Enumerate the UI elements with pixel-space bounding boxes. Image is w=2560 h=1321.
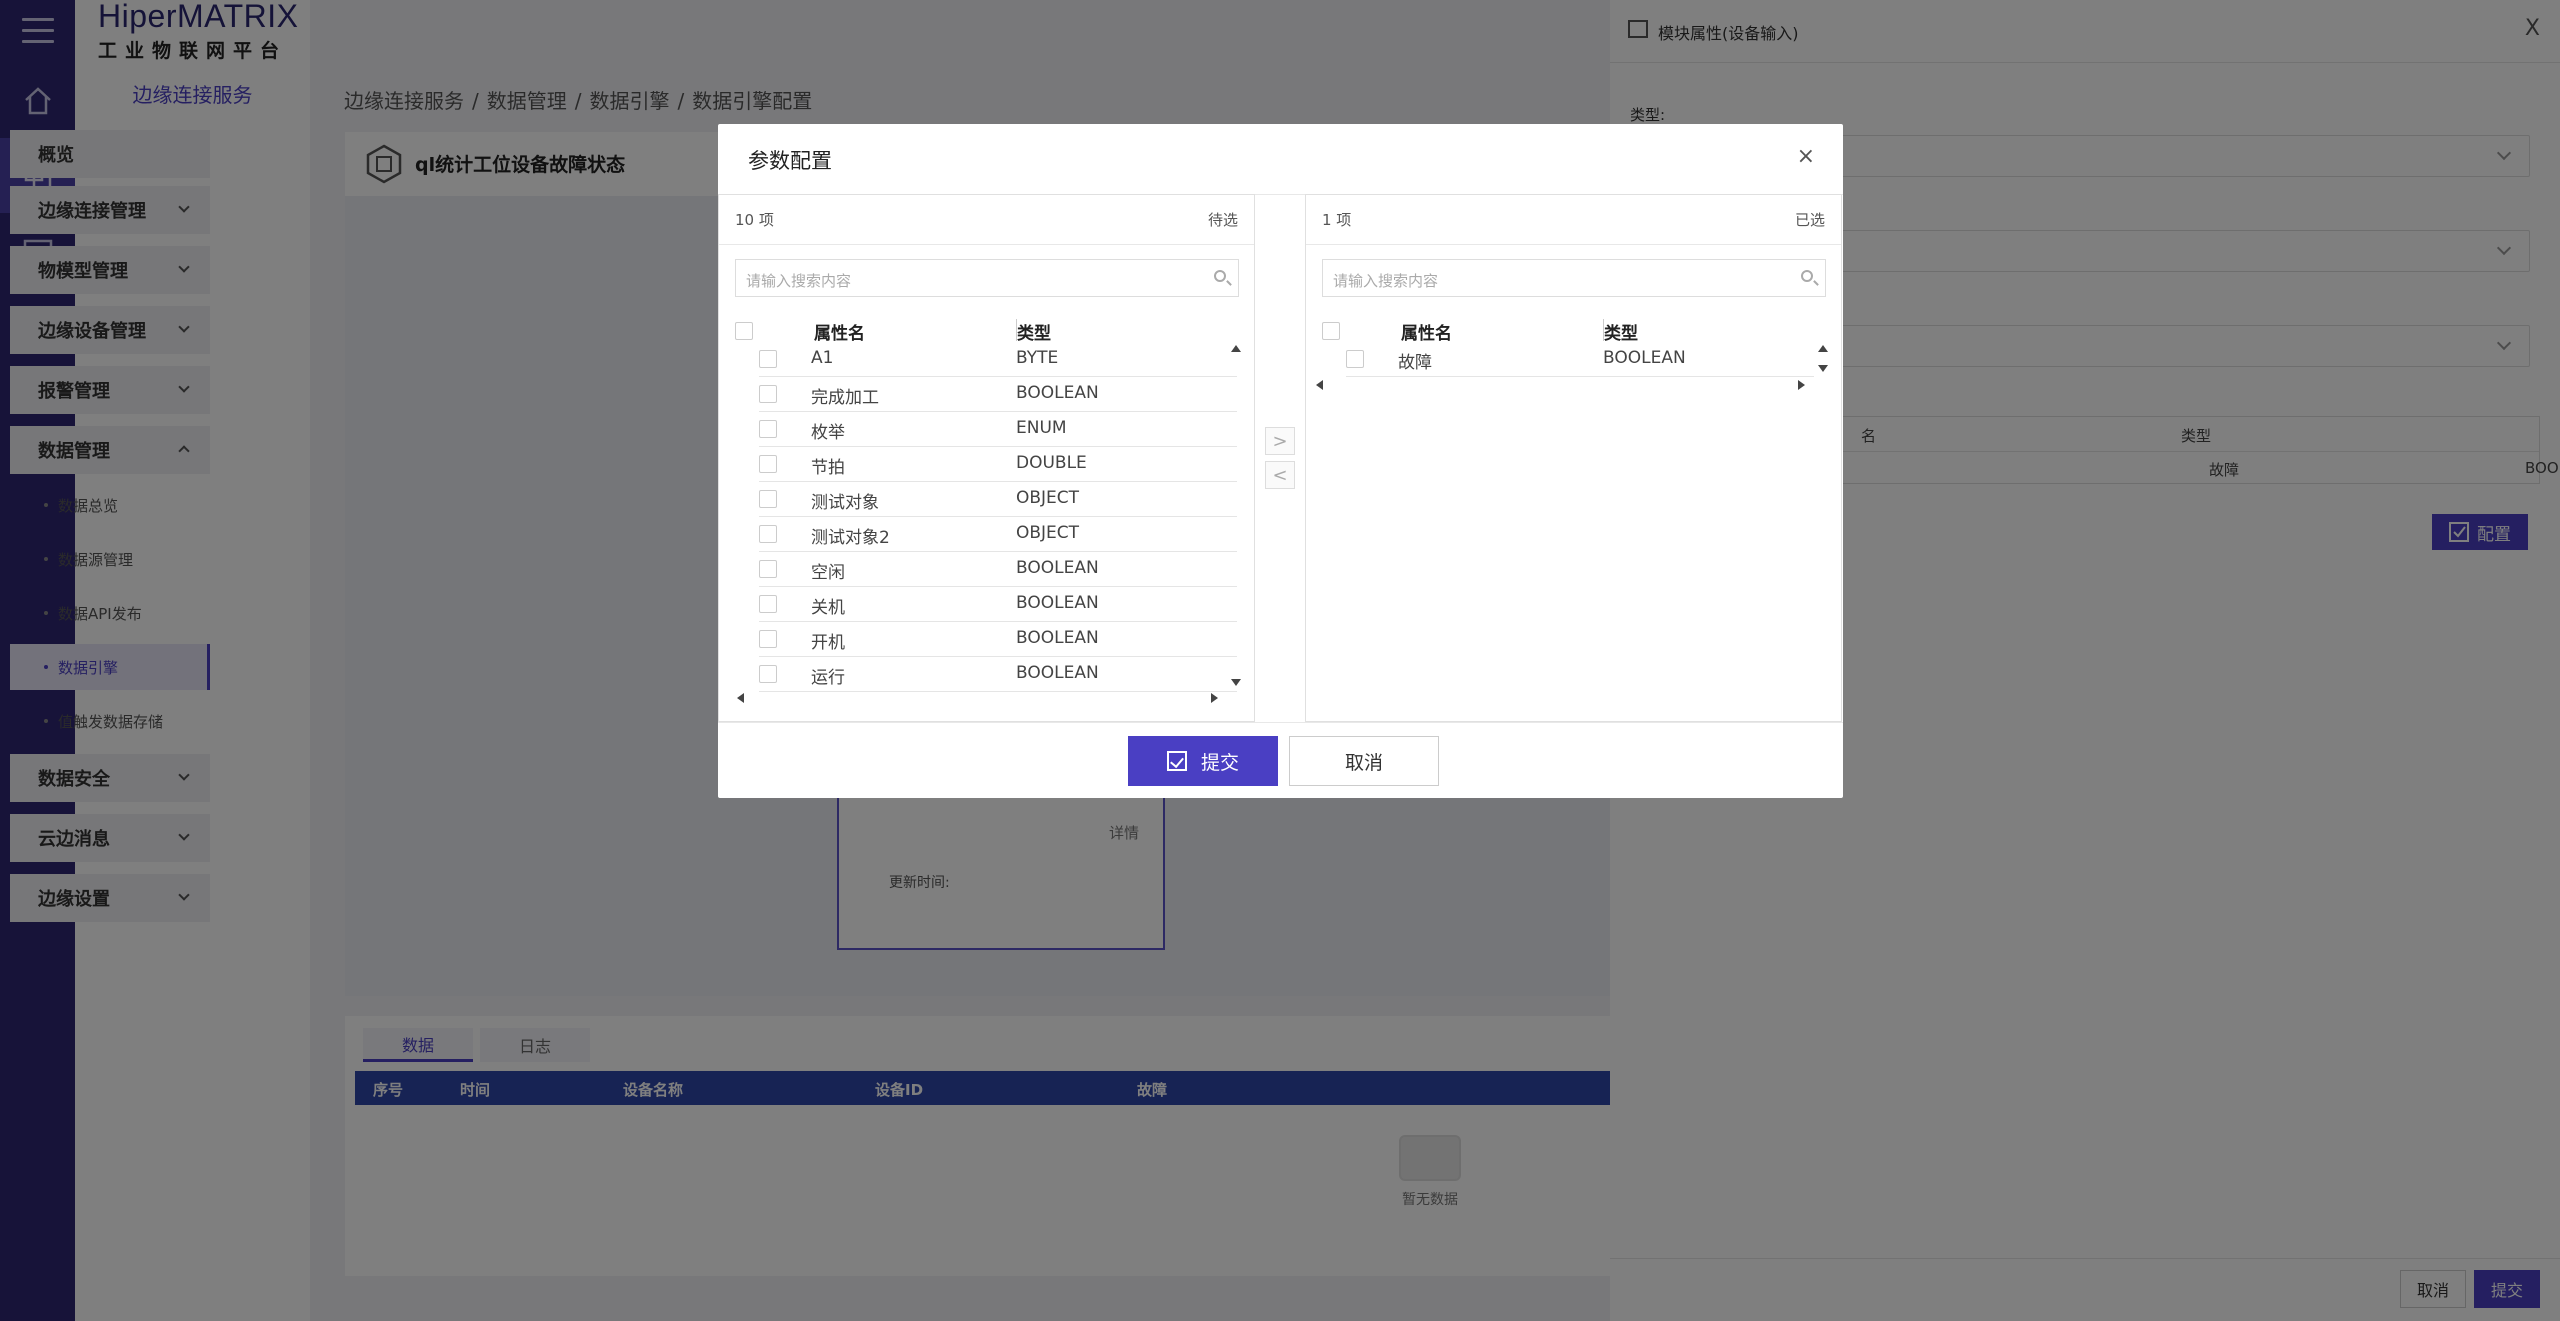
item-type: DOUBLE bbox=[1016, 453, 1087, 473]
scroll-down-arrow[interactable] bbox=[1818, 365, 1828, 372]
scroll-right-arrow[interactable] bbox=[1798, 380, 1805, 390]
panel-status: 已选 bbox=[1794, 211, 1825, 229]
move-left-button[interactable]: < bbox=[1265, 461, 1295, 489]
row-checkbox[interactable] bbox=[759, 665, 777, 683]
panel-header: 10 项 待选 bbox=[719, 195, 1254, 245]
item-type: BYTE bbox=[1016, 348, 1059, 368]
item-name: 测试对象 bbox=[811, 493, 879, 513]
item-name: 故障 bbox=[1398, 353, 1432, 373]
modal-close-button[interactable]: × bbox=[1797, 144, 1815, 169]
scroll-right-arrow[interactable] bbox=[1211, 693, 1218, 703]
row-checkbox[interactable] bbox=[759, 385, 777, 403]
list-item[interactable]: 测试对象2 OBJECT bbox=[759, 517, 1237, 552]
cancel-button[interactable]: 取消 bbox=[1289, 736, 1439, 786]
col-attr-name: 属性名 bbox=[814, 324, 865, 344]
col-attr-name: 属性名 bbox=[1401, 324, 1452, 344]
source-list-panel: 10 项 待选 请输入搜索内容 属性名 类型 A1 BYTE 完成加工 BOOLEA… bbox=[718, 194, 1255, 722]
item-name: 完成加工 bbox=[811, 388, 879, 408]
row-checkbox[interactable] bbox=[759, 350, 777, 368]
row-checkbox[interactable] bbox=[759, 420, 777, 438]
item-name: 运行 bbox=[811, 668, 845, 688]
target-list-panel: 1 项 已选 请输入搜索内容 属性名 类型 故障 BOOLEAN bbox=[1305, 194, 1842, 722]
search-icon bbox=[1214, 270, 1226, 282]
search-placeholder: 请输入搜索内容 bbox=[746, 272, 852, 290]
param-config-modal: 参数配置 × 10 项 待选 请输入搜索内容 属性名 类型 A1 BYTE 完成加… bbox=[718, 124, 1843, 798]
item-name: A1 bbox=[811, 348, 834, 368]
col-type: 类型 bbox=[1604, 324, 1638, 344]
scroll-up-arrow[interactable] bbox=[1231, 345, 1241, 352]
search-placeholder: 请输入搜索内容 bbox=[1333, 272, 1439, 290]
item-type: BOOLEAN bbox=[1603, 348, 1686, 368]
select-all-checkbox[interactable] bbox=[735, 322, 753, 340]
modal-title: 参数配置 bbox=[748, 149, 832, 173]
item-type: BOOLEAN bbox=[1016, 628, 1099, 648]
item-count: 1 项 bbox=[1322, 211, 1352, 229]
list-item[interactable]: 空闲 BOOLEAN bbox=[759, 552, 1237, 587]
scroll-left-arrow[interactable] bbox=[737, 693, 744, 703]
item-type: BOOLEAN bbox=[1016, 383, 1099, 403]
list-item[interactable]: 故障 BOOLEAN bbox=[1346, 342, 1814, 377]
item-name: 开机 bbox=[811, 633, 845, 653]
select-all-checkbox[interactable] bbox=[1322, 322, 1340, 340]
scroll-left-arrow[interactable] bbox=[1316, 380, 1323, 390]
move-right-button[interactable]: > bbox=[1265, 427, 1295, 455]
list-item[interactable]: 节拍 DOUBLE bbox=[759, 447, 1237, 482]
item-name: 测试对象2 bbox=[811, 528, 890, 548]
row-checkbox[interactable] bbox=[759, 455, 777, 473]
item-name: 节拍 bbox=[811, 458, 845, 478]
list-item[interactable]: 关机 BOOLEAN bbox=[759, 587, 1237, 622]
item-name: 枚举 bbox=[811, 423, 845, 443]
item-name: 关机 bbox=[811, 598, 845, 618]
row-checkbox[interactable] bbox=[759, 490, 777, 508]
col-type: 类型 bbox=[1017, 324, 1051, 344]
scroll-up-arrow[interactable] bbox=[1818, 345, 1828, 352]
item-type: OBJECT bbox=[1016, 523, 1080, 543]
item-count: 10 项 bbox=[735, 211, 774, 229]
item-type: BOOLEAN bbox=[1016, 558, 1099, 578]
panel-header: 1 项 已选 bbox=[1306, 195, 1841, 245]
list-item[interactable]: 枚举 ENUM bbox=[759, 412, 1237, 447]
search-input[interactable]: 请输入搜索内容 bbox=[1322, 259, 1826, 297]
submit-label: 提交 bbox=[1200, 751, 1239, 774]
search-icon bbox=[1801, 270, 1813, 282]
check-square-icon bbox=[1166, 751, 1187, 771]
list-item[interactable]: 完成加工 BOOLEAN bbox=[759, 377, 1237, 412]
panel-status: 待选 bbox=[1207, 211, 1238, 229]
list-item[interactable]: 测试对象 OBJECT bbox=[759, 482, 1237, 517]
item-type: BOOLEAN bbox=[1016, 663, 1099, 683]
item-type: ENUM bbox=[1016, 418, 1067, 438]
row-checkbox[interactable] bbox=[1346, 350, 1364, 368]
submit-button[interactable]: 提交 bbox=[1128, 736, 1278, 786]
list-item[interactable]: 运行 BOOLEAN bbox=[759, 657, 1237, 692]
search-input[interactable]: 请输入搜索内容 bbox=[735, 259, 1239, 297]
item-name: 空闲 bbox=[811, 563, 845, 583]
list-item[interactable]: 开机 BOOLEAN bbox=[759, 622, 1237, 657]
item-type: BOOLEAN bbox=[1016, 593, 1099, 613]
item-type: OBJECT bbox=[1016, 488, 1080, 508]
row-checkbox[interactable] bbox=[759, 560, 777, 578]
row-checkbox[interactable] bbox=[759, 595, 777, 613]
row-checkbox[interactable] bbox=[759, 630, 777, 648]
row-checkbox[interactable] bbox=[759, 525, 777, 543]
divider bbox=[718, 722, 1843, 723]
scroll-down-arrow[interactable] bbox=[1231, 679, 1241, 686]
list-item[interactable]: A1 BYTE bbox=[759, 342, 1237, 377]
